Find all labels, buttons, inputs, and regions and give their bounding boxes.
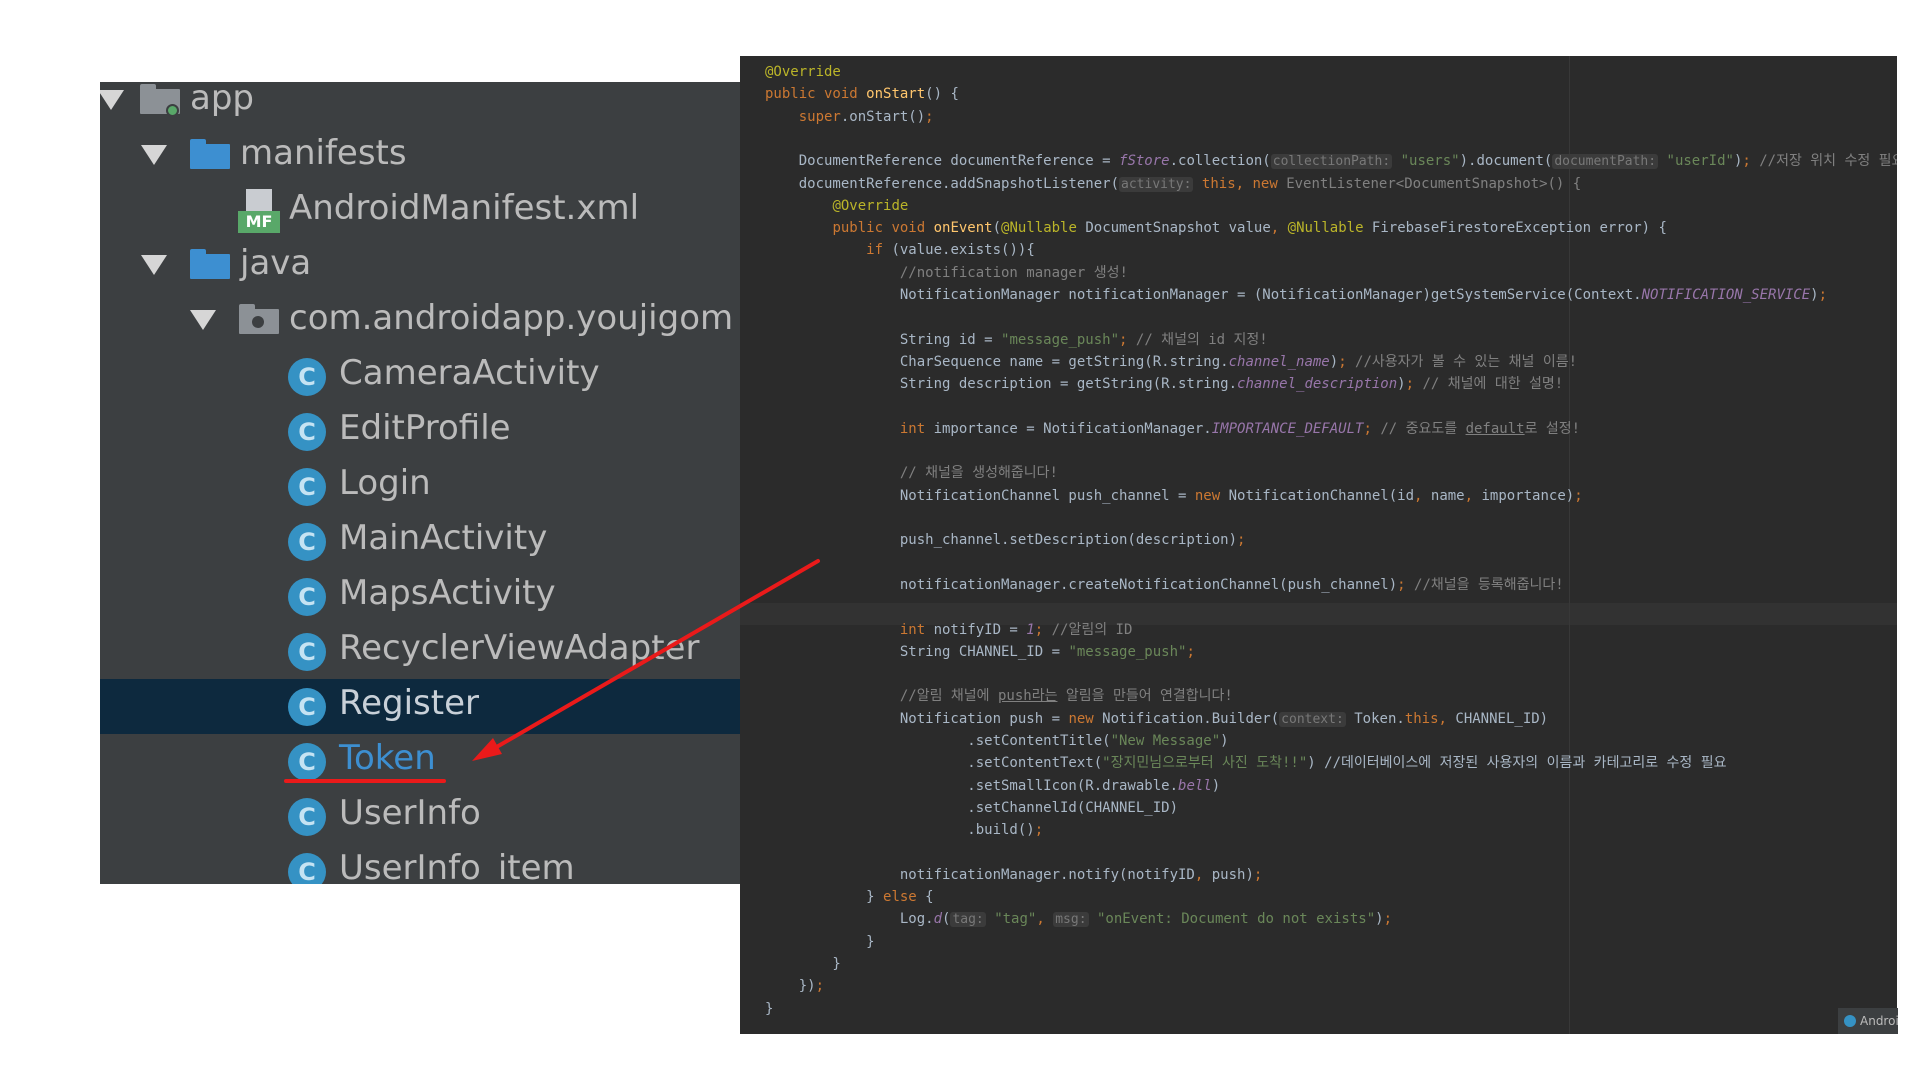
annotation-arrow bbox=[472, 559, 820, 761]
